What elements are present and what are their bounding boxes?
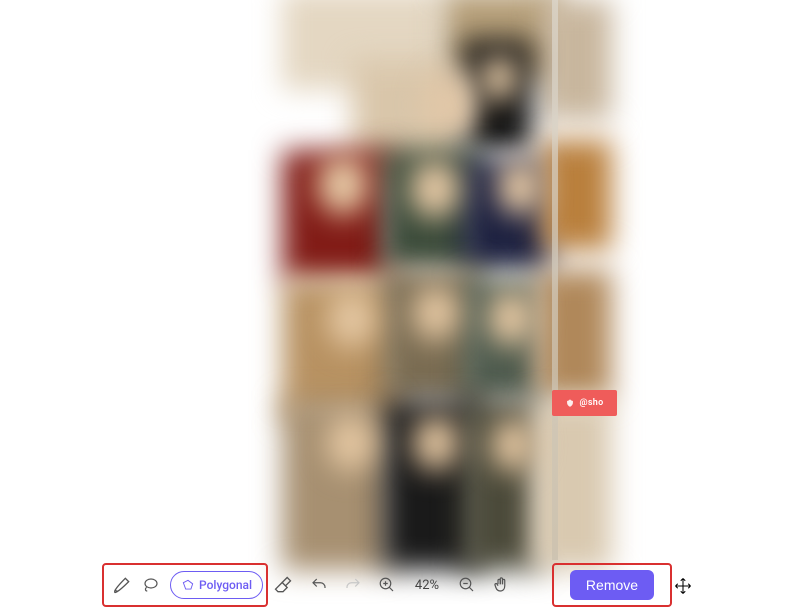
remove-button[interactable]: Remove bbox=[570, 570, 654, 600]
canvas-area[interactable]: @sho bbox=[292, 0, 607, 560]
pan-tool-button[interactable] bbox=[489, 573, 513, 597]
canvas-image bbox=[292, 0, 607, 560]
watermark-badge: @sho bbox=[552, 390, 617, 416]
lasso-tool-button[interactable] bbox=[142, 573, 160, 597]
editor-stage: @sho Polygonal bbox=[0, 0, 800, 614]
zoom-out-button[interactable] bbox=[455, 573, 479, 597]
move-cursor-icon bbox=[674, 577, 692, 595]
watermark-text: @sho bbox=[579, 398, 603, 408]
redo-button[interactable] bbox=[341, 573, 365, 597]
zoom-level-label: 42% bbox=[409, 578, 445, 593]
brush-tool-button[interactable] bbox=[112, 573, 132, 597]
view-controls-group: 42% bbox=[274, 563, 546, 607]
zoom-in-button[interactable] bbox=[375, 573, 399, 597]
selection-tools-group: Polygonal bbox=[102, 563, 268, 607]
undo-button[interactable] bbox=[307, 573, 331, 597]
polygonal-tool-button[interactable]: Polygonal bbox=[170, 571, 263, 599]
remove-action-group: Remove bbox=[552, 563, 672, 607]
bottom-toolbar: Polygonal 42% bbox=[102, 563, 699, 607]
polygonal-tool-label: Polygonal bbox=[199, 578, 252, 592]
remove-button-label: Remove bbox=[586, 577, 638, 593]
